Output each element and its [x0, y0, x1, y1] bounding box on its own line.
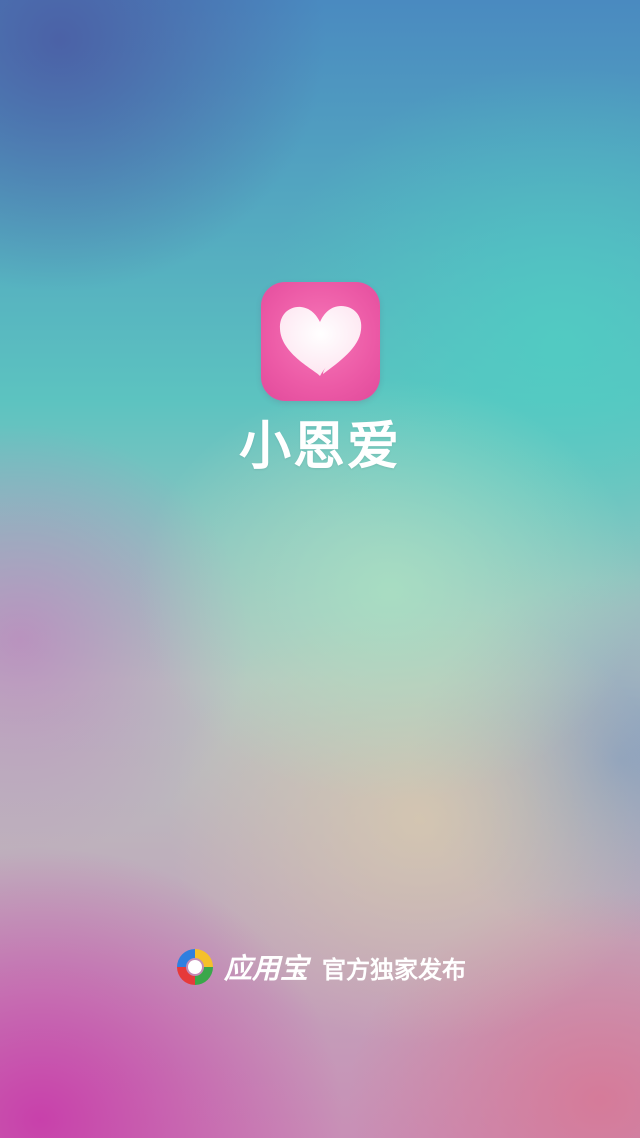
app-store-logo-icon	[174, 946, 216, 988]
heart-icon	[279, 306, 362, 376]
publish-slogan: 官方独家发布	[322, 955, 466, 984]
store-name: 应用宝	[223, 952, 308, 985]
app-icon	[261, 282, 380, 401]
splash-screen: 小恩爱 应用宝 官方独家发布	[0, 0, 640, 1138]
app-name-title: 小恩爱	[238, 417, 401, 477]
publisher-footer: 应用宝 官方独家发布	[0, 944, 640, 990]
